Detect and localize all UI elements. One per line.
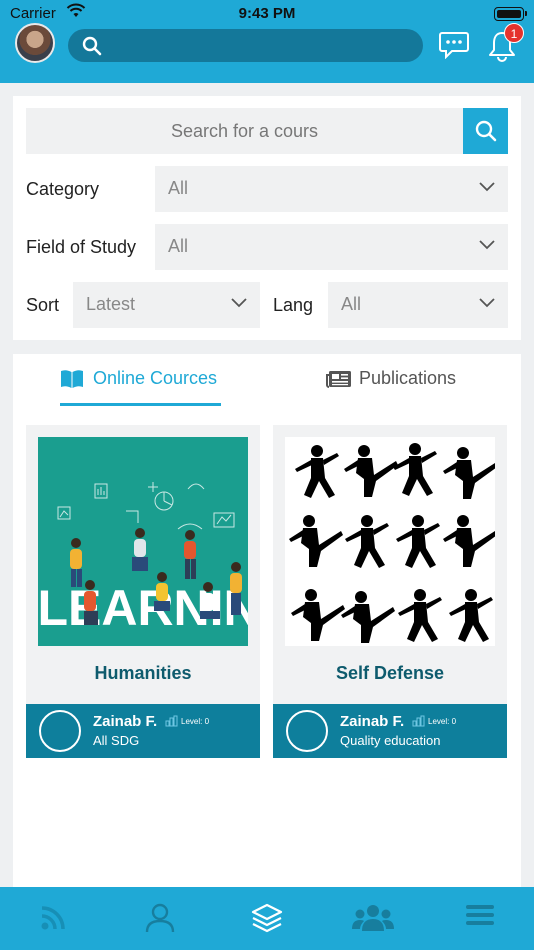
course-filter-panel: Category All Field of Study All Sort Lat… xyxy=(13,96,521,340)
sort-value: Latest xyxy=(86,294,136,314)
lang-value: All xyxy=(341,294,362,314)
chevron-down-icon xyxy=(231,298,247,308)
search-icon xyxy=(82,36,102,56)
menu-icon[interactable] xyxy=(466,903,494,927)
sort-label: Sort xyxy=(26,295,60,315)
lang-label: Lang xyxy=(273,295,314,315)
course-title[interactable]: Humanities xyxy=(26,663,260,684)
category-label: Category xyxy=(26,179,100,199)
author-avatar xyxy=(286,710,328,752)
courses-panel: Online Cources Publications LEARNI Human… xyxy=(13,354,521,894)
notification-badge: 1 xyxy=(504,23,524,43)
level-chart-icon xyxy=(165,715,178,727)
tab-label: Online Cources xyxy=(93,368,218,388)
author-level: Level: 0 xyxy=(181,717,210,726)
course-subtitle: All SDG xyxy=(93,733,140,748)
user-avatar[interactable] xyxy=(15,23,55,63)
battery-icon xyxy=(494,7,527,21)
author-level: Level: 0 xyxy=(428,717,457,726)
layers-icon[interactable] xyxy=(251,903,283,933)
clock: 9:43 PM xyxy=(238,5,296,22)
search-icon xyxy=(475,120,497,142)
chevron-down-icon xyxy=(479,240,495,250)
field-of-study-value: All xyxy=(168,236,189,256)
author-bar[interactable]: Zainab F. Level: 0 All SDG xyxy=(26,704,260,758)
course-search-button[interactable] xyxy=(463,108,508,154)
chevron-down-icon xyxy=(479,298,495,308)
newspaper-icon xyxy=(326,371,351,388)
app-header: Carrier 9:43 PM 1 xyxy=(0,0,534,83)
author-name: Zainab F. xyxy=(93,713,158,730)
tab-label: Publications xyxy=(359,368,457,388)
author-avatar xyxy=(39,710,81,752)
field-of-study-select[interactable]: All xyxy=(155,224,508,270)
author-bar[interactable]: Zainab F. Level: 0 Quality education xyxy=(273,704,507,758)
course-card[interactable]: Self Defense Zainab F. Level: 0 Quality … xyxy=(273,425,507,758)
tab-online-courses[interactable]: Online Cources xyxy=(60,366,221,406)
sort-select[interactable]: Latest xyxy=(73,282,260,328)
elearning-illustration-icon: E-LEARNING xyxy=(38,437,248,646)
lang-select[interactable]: All xyxy=(328,282,508,328)
course-image xyxy=(285,437,495,646)
user-icon[interactable] xyxy=(145,903,175,933)
category-value: All xyxy=(168,178,189,198)
course-search-input[interactable] xyxy=(26,108,463,154)
bottom-navigation xyxy=(0,887,534,950)
course-subtitle: Quality education xyxy=(340,733,441,748)
status-bar: Carrier 9:43 PM xyxy=(0,0,534,28)
tab-publications[interactable]: Publications xyxy=(326,366,476,406)
chevron-down-icon xyxy=(479,182,495,192)
course-image: E-LEARNING xyxy=(38,437,248,646)
course-card[interactable]: E-LEARNING Humanities Zainab F. xyxy=(26,425,260,758)
category-select[interactable]: All xyxy=(155,166,508,212)
martial-arts-silhouettes-icon xyxy=(289,443,495,643)
level-chart-icon xyxy=(412,715,425,727)
header-search-bar[interactable] xyxy=(68,29,423,62)
rss-icon[interactable] xyxy=(40,903,68,931)
users-icon[interactable] xyxy=(352,903,394,933)
course-title[interactable]: Self Defense xyxy=(273,663,507,684)
image-text: E-LEARNING xyxy=(38,580,248,636)
field-of-study-label: Field of Study xyxy=(26,237,137,257)
chat-icon[interactable] xyxy=(439,31,469,59)
author-name: Zainab F. xyxy=(340,713,405,730)
book-icon xyxy=(61,370,83,388)
